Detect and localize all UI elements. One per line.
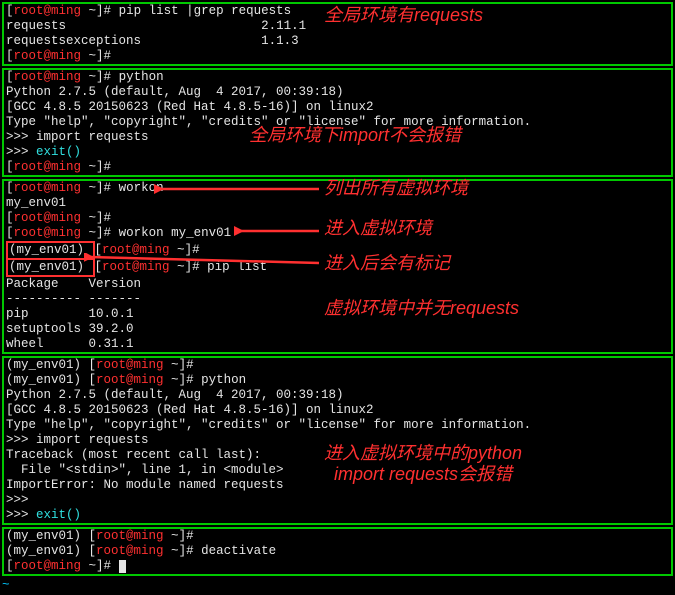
terminal-line: (my_env01) [root@ming ~]# xyxy=(6,358,669,373)
block-python-global: [root@ming ~]# python Python 2.7.5 (defa… xyxy=(2,68,673,177)
terminal-line: [GCC 4.8.5 20150623 (Red Hat 4.8.5-16)] … xyxy=(6,403,669,418)
terminal-line: my_env01 xyxy=(6,196,669,211)
terminal-line: >>> xyxy=(6,493,669,508)
cursor-icon xyxy=(119,560,126,573)
terminal-line: [root@ming ~]# xyxy=(6,559,669,574)
terminal-line: Package Version xyxy=(6,277,669,292)
terminal-line: (my_env01) [root@ming ~]# python xyxy=(6,373,669,388)
block-deactivate: (my_env01) [root@ming ~]# (my_env01) [ro… xyxy=(2,527,673,576)
annotation-venv-python: 进入虚拟环境中的python xyxy=(324,446,522,461)
terminal-line: [GCC 4.8.5 20150623 (Red Hat 4.8.5-16)] … xyxy=(6,100,669,115)
block-workon-venv: [root@ming ~]# workon my_env01 [root@min… xyxy=(2,179,673,354)
terminal-line: requestsexceptions 1.1.3 xyxy=(6,34,669,49)
terminal-line: setuptools 39.2.0 xyxy=(6,322,669,337)
annotation-global-has-requests: 全局环境有requests xyxy=(324,8,483,23)
terminal-line: >>> exit() xyxy=(6,145,669,160)
terminal-line: [root@ming ~]# xyxy=(6,160,669,175)
terminal-line: >>> exit() xyxy=(6,508,669,523)
annotation-enter-venv: 进入虚拟环境 xyxy=(324,221,432,236)
annotation-import-no-error: 全局环境下import不会报错 xyxy=(249,128,461,143)
venv-marker-box: (my_env01) xyxy=(6,258,95,277)
terminal-line: wheel 0.31.1 xyxy=(6,337,669,352)
annotation-no-requests: 虚拟环境中并无requests xyxy=(324,301,519,316)
terminal-line: (my_env01) [root@ming ~]# xyxy=(6,529,669,544)
terminal-line: Type "help", "copyright", "credits" or "… xyxy=(6,418,669,433)
terminal-line: [root@ming ~]# python xyxy=(6,70,669,85)
terminal-line: (my_env01) [root@ming ~]# deactivate xyxy=(6,544,669,559)
annotation-import-error: import requests会报错 xyxy=(334,467,512,482)
annotation-venv-marker: 进入后会有标记 xyxy=(324,256,450,271)
terminal-line: Python 2.7.5 (default, Aug 4 2017, 00:39… xyxy=(6,85,669,100)
block-pip-list-global: [root@ming ~]# pip list |grep requests r… xyxy=(2,2,673,66)
block-python-venv: (my_env01) [root@ming ~]# (my_env01) [ro… xyxy=(2,356,673,525)
terminal-line: ~ xyxy=(2,578,673,593)
annotation-list-venvs: 列出所有虚拟环境 xyxy=(324,181,468,196)
terminal-line: Python 2.7.5 (default, Aug 4 2017, 00:39… xyxy=(6,388,669,403)
terminal-line: [root@ming ~]# xyxy=(6,49,669,64)
